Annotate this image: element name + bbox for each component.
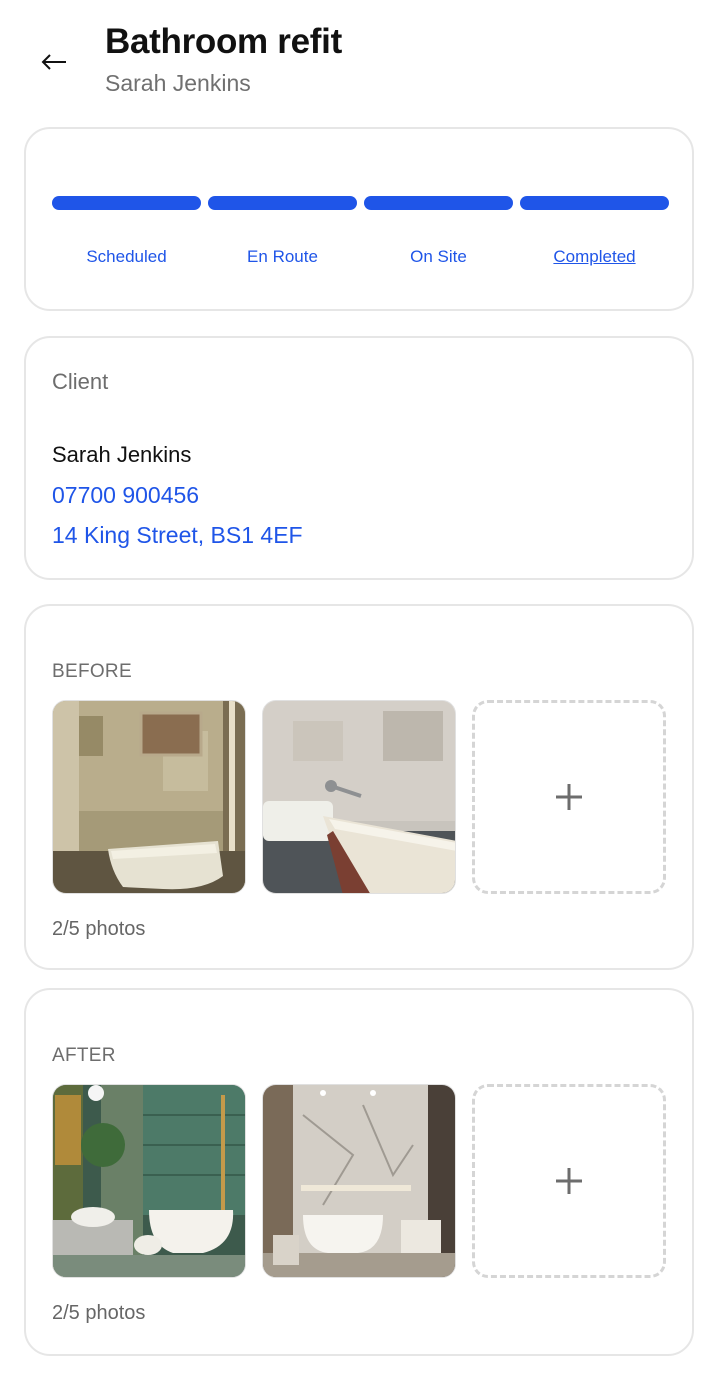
header: Bathroom refit Sarah Jenkins — [0, 0, 716, 110]
status-progress — [52, 196, 669, 210]
after-section-label: AFTER — [52, 1045, 116, 1066]
before-photo-thumbnail[interactable] — [262, 700, 456, 894]
add-after-photo-button[interactable] — [472, 1084, 666, 1278]
after-photo-thumbnail[interactable] — [262, 1084, 456, 1278]
before-photo-thumbnail[interactable] — [52, 700, 246, 894]
add-before-photo-button[interactable] — [472, 700, 666, 894]
client-section-label: Client — [52, 369, 109, 394]
client-address-link[interactable]: 14 King Street, BS1 4EF — [52, 522, 303, 549]
job-status-card: Scheduled En Route On Site Completed — [24, 127, 694, 311]
before-photo-count: 2/5 photos — [52, 918, 146, 940]
progress-segment — [52, 196, 201, 210]
client-card: Client Sarah Jenkins 07700 900456 14 Kin… — [24, 336, 694, 580]
status-step-completed[interactable]: Completed — [520, 247, 669, 267]
plus-icon — [556, 1168, 582, 1194]
plus-icon — [556, 784, 582, 810]
progress-segment — [364, 196, 513, 210]
before-section-label: BEFORE — [52, 661, 132, 682]
after-photo-count: 2/5 photos — [52, 1302, 146, 1324]
client-phone-link[interactable]: 07700 900456 — [52, 482, 199, 509]
page-subtitle: Sarah Jenkins — [105, 70, 251, 96]
status-step-scheduled[interactable]: Scheduled — [52, 247, 201, 267]
after-photos-card: AFTER 2/5 photos — [24, 988, 694, 1356]
arrow-left-icon — [41, 54, 66, 70]
after-photo-thumbnail[interactable] — [52, 1084, 246, 1278]
page-title: Bathroom refit — [105, 22, 342, 61]
client-name: Sarah Jenkins — [52, 442, 192, 467]
progress-segment — [520, 196, 669, 210]
progress-segment — [208, 196, 357, 210]
status-step-on-site[interactable]: On Site — [364, 247, 513, 267]
before-photos-card: BEFORE 2/5 photos — [24, 604, 694, 970]
status-step-en-route[interactable]: En Route — [208, 247, 357, 267]
back-button[interactable] — [30, 38, 78, 86]
